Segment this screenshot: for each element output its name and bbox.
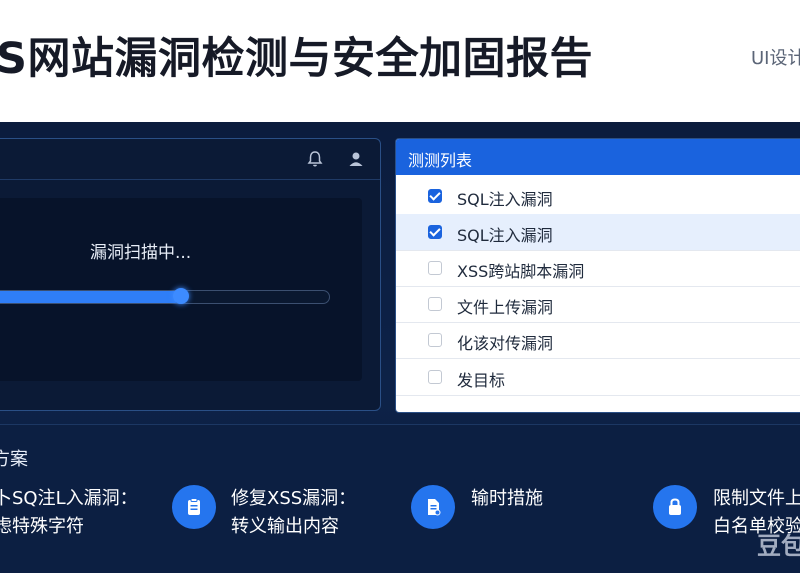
checkbox[interactable] <box>428 370 442 384</box>
checkbox[interactable] <box>428 189 442 203</box>
scan-status: 漏洞扫描中... <box>90 243 192 263</box>
fix-item-text: 虑特殊字符 <box>0 516 84 537</box>
test-item-label: SQL注入漏洞 <box>457 226 553 245</box>
document-icon <box>411 485 455 529</box>
test-item-label: 化该对传漏洞 <box>457 334 554 353</box>
test-list-panel: 测测列表 SQL注入漏洞 SQL注入漏洞 XSS跨站脚本漏洞 文件上传漏洞 化该… <box>395 138 800 413</box>
fix-item-text: 限制文件上 <box>713 488 800 509</box>
checkbox[interactable] <box>428 225 442 239</box>
scan-progress-fill <box>0 291 181 303</box>
checkbox[interactable] <box>428 297 442 311</box>
report-header: S网站漏洞检测与安全加固报告 UI设计 <box>0 0 800 122</box>
header-tag: UI设计 <box>751 48 800 69</box>
test-item-label: 文件上传漏洞 <box>457 298 554 317</box>
fix-item-text: 卜SQ注L入漏洞： <box>0 488 138 509</box>
test-list-item[interactable]: XSS跨站脚本漏洞 <box>396 250 800 287</box>
scan-progress-knob[interactable] <box>172 288 189 304</box>
fix-item-text: 输时措施 <box>471 488 543 509</box>
clipboard-icon <box>172 485 216 529</box>
test-list-header: 测测列表 <box>396 139 800 175</box>
test-list-item[interactable]: 发目标 <box>396 359 800 396</box>
fix-item-text: 转义输出内容 <box>231 516 339 537</box>
page-title: S网站漏洞检测与安全加固报告 <box>0 34 593 84</box>
test-list-item[interactable]: 文件上传漏洞 <box>396 286 800 323</box>
scan-progress-bar <box>0 288 330 304</box>
test-item-label: 发目标 <box>457 371 506 390</box>
test-item-label: XSS跨站脚本漏洞 <box>457 262 585 281</box>
watermark: 豆包 <box>757 532 800 560</box>
test-item-label: SQL注入漏洞 <box>457 190 553 209</box>
checkbox[interactable] <box>428 261 442 275</box>
scan-area: 漏洞扫描中... <box>0 198 362 381</box>
fix-item-text: 修复XSS漏洞： <box>231 488 357 509</box>
dashboard-stage: 漏洞扫描中... 测测列表 SQL注入漏洞 SQL注入漏洞 XSS跨站脚本漏洞 … <box>0 122 800 573</box>
checkbox[interactable] <box>428 333 442 347</box>
lock-icon <box>653 485 697 529</box>
scanner-toolbar <box>0 139 380 180</box>
test-list-item[interactable]: 化该对传漏洞 <box>396 322 800 359</box>
user-icon[interactable] <box>346 149 366 169</box>
test-list-item[interactable]: SQL注入漏洞 <box>396 214 800 251</box>
scanner-panel: 漏洞扫描中... <box>0 138 381 411</box>
bell-icon[interactable] <box>305 149 325 169</box>
fix-plan-title: 方案 <box>0 449 28 470</box>
test-list-title: 测测列表 <box>408 151 473 170</box>
fix-plan-panel: 方案 卜SQ注L入漏洞： 虑特殊字符 修复XSS漏洞： 转义输出内容 输时措施 … <box>0 424 800 573</box>
test-list-item[interactable]: SQL注入漏洞 <box>396 178 800 215</box>
